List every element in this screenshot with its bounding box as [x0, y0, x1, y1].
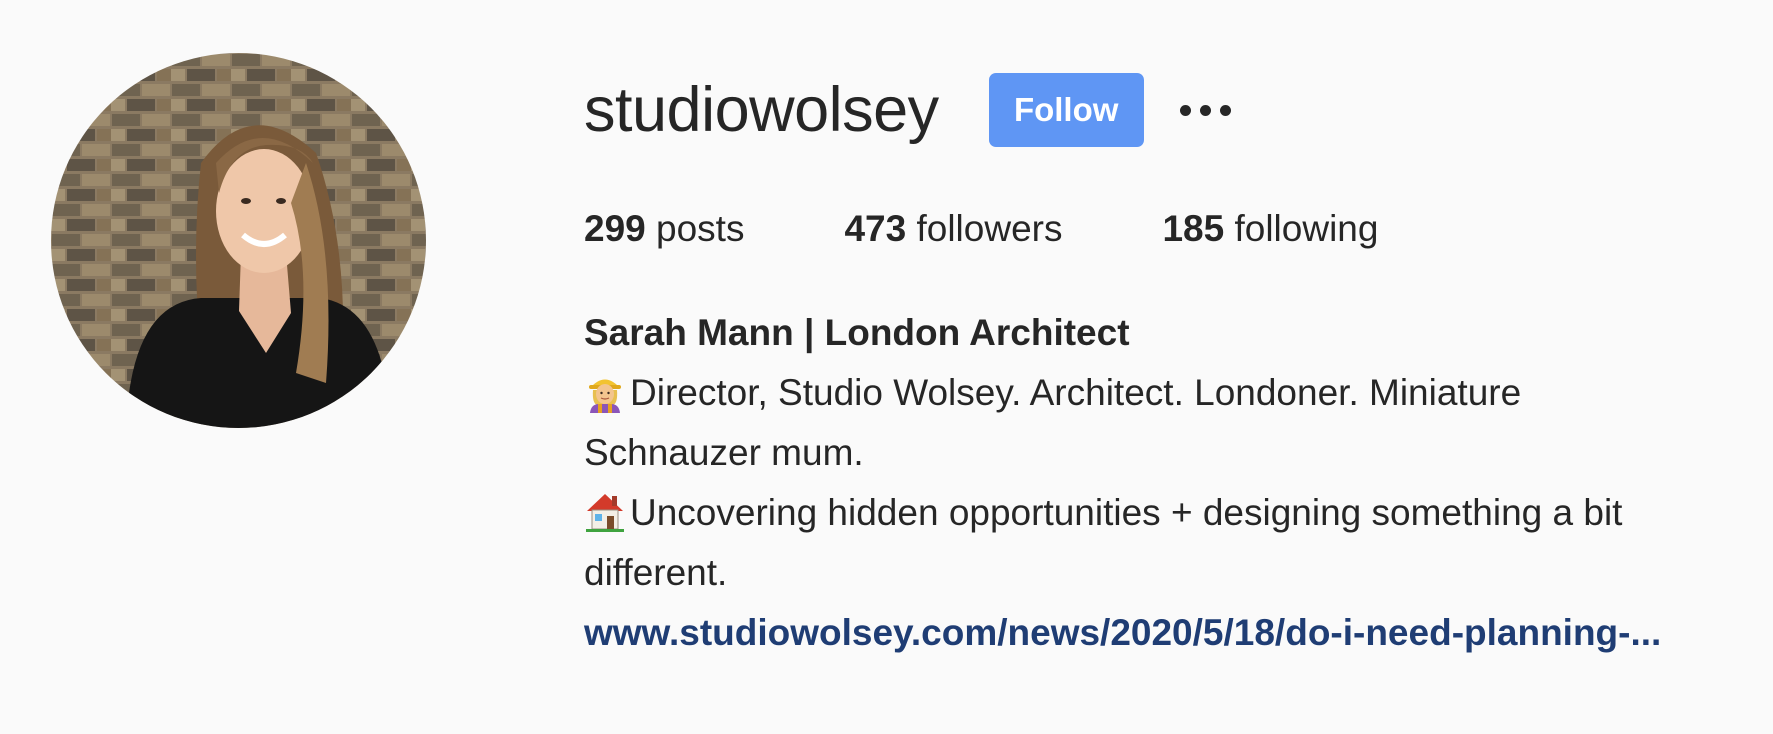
bio-website-link[interactable]: www.studiowolsey.com/news/2020/5/18/do-i… — [584, 612, 1661, 653]
followers-number: 473 — [844, 208, 907, 249]
bio-text: Director, Studio Wolsey. Architect. Lond… — [630, 372, 1522, 413]
profile-avatar[interactable] — [51, 53, 426, 428]
following-link[interactable]: 185 following — [1162, 205, 1378, 253]
bio-line: Schnauzer mum. — [584, 432, 864, 473]
more-dot — [1199, 104, 1211, 116]
posts-number: 299 — [584, 208, 646, 249]
avatar-photo — [51, 53, 426, 428]
bio-text: Uncovering hidden opportunities + design… — [630, 492, 1623, 533]
followers-link[interactable]: 473 followers — [844, 205, 1062, 253]
full-name: Sarah Mann | London Architect — [584, 312, 1130, 353]
bio-line: Director, Studio Wolsey. Architect. Lond… — [584, 363, 1754, 423]
woman-construction-worker-icon — [589, 379, 621, 413]
profile-bio: Sarah Mann | London Architect Director, … — [584, 303, 1754, 663]
profile-stats: 299 posts 473 followers 185 following — [584, 205, 1378, 253]
following-number: 185 — [1162, 208, 1225, 249]
posts-label: posts — [656, 208, 745, 249]
bio-line: Uncovering hidden opportunities + design… — [584, 483, 1754, 543]
more-dot — [1219, 104, 1231, 116]
posts-count: 299 posts — [584, 205, 744, 253]
following-label: following — [1234, 208, 1379, 249]
bio-line: different. — [584, 552, 728, 593]
more-options-icon[interactable] — [1178, 95, 1233, 126]
followers-label: followers — [916, 208, 1063, 249]
profile-header: studiowolsey Follow — [584, 60, 1233, 160]
house-icon — [586, 494, 624, 532]
more-dot — [1179, 104, 1191, 116]
username: studiowolsey — [584, 74, 939, 145]
follow-button[interactable]: Follow — [988, 73, 1144, 147]
